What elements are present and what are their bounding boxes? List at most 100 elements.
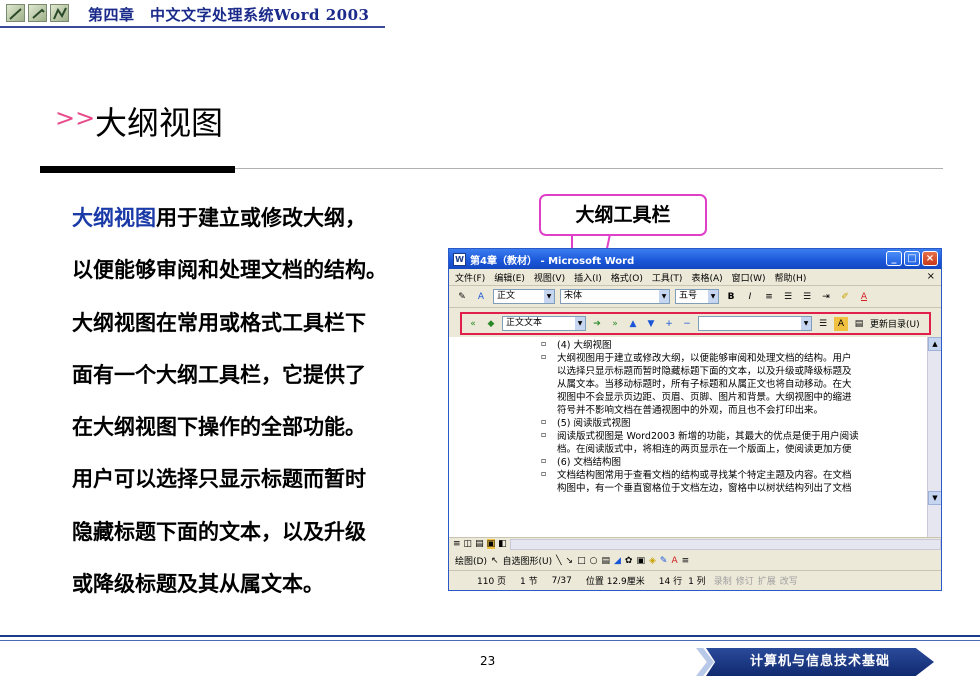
demote-icon[interactable]: ➔ xyxy=(590,317,604,331)
collapse-icon[interactable]: − xyxy=(680,317,694,331)
print-view-icon[interactable]: ▤ xyxy=(475,539,484,549)
title-arrow-icon: >> xyxy=(55,104,96,132)
demote-to-body-icon[interactable]: » xyxy=(608,317,622,331)
status-ext[interactable]: 扩展 xyxy=(758,574,776,587)
maximize-button[interactable]: □ xyxy=(904,251,920,266)
line-style-icon[interactable]: ≡ xyxy=(682,556,690,566)
update-toc-icon[interactable]: ▤ xyxy=(852,317,866,331)
menu-tools[interactable]: 工具(T) xyxy=(652,271,683,284)
show-level-select[interactable]: ▼ xyxy=(698,316,812,331)
course-badge: 计算机与信息技术基础 xyxy=(706,648,934,676)
select-objects-icon[interactable]: ↖ xyxy=(491,556,499,566)
font-color-icon[interactable]: A xyxy=(671,556,677,566)
fill-color-icon[interactable]: ◈ xyxy=(649,556,656,566)
menu-view[interactable]: 视图(V) xyxy=(534,271,565,284)
pencil-icon xyxy=(28,4,47,22)
menu-bar: 文件(F) 编辑(E) 视图(V) 插入(I) 格式(O) 工具(T) 表格(A… xyxy=(449,269,941,286)
highlight-icon[interactable]: ✐ xyxy=(838,290,852,304)
header-icons xyxy=(6,4,69,22)
menu-window[interactable]: 窗口(W) xyxy=(732,271,766,284)
outline-level-select[interactable]: 正文文本 ▼ xyxy=(502,316,586,331)
paragraph-line: 或降级标题及其从属文本。 xyxy=(72,572,324,597)
window-titlebar[interactable]: W 第4章（教材） - Microsoft Word _ □ × xyxy=(449,249,941,269)
outline-bullet: ▫ xyxy=(541,352,547,361)
scroll-up-icon[interactable]: ▲ xyxy=(928,337,941,351)
picture-icon[interactable]: ▣ xyxy=(636,556,645,566)
paragraph-line: 大纲视图用于建立或修改大纲， xyxy=(72,192,452,244)
move-up-icon[interactable]: ▲ xyxy=(626,317,640,331)
status-rec[interactable]: 录制 xyxy=(714,574,732,587)
scroll-down-icon[interactable]: ▼ xyxy=(928,491,941,505)
body-paragraph: 大纲视图用于建立或修改大纲， 以便能够审阅和处理文档的结构。 大纲视图在常用或格… xyxy=(72,192,452,610)
move-down-icon[interactable]: ▼ xyxy=(644,317,658,331)
promote-to-heading-icon[interactable]: « xyxy=(466,317,480,331)
clipart-icon[interactable]: ✿ xyxy=(625,556,633,566)
chevron-down-icon: ▼ xyxy=(575,317,585,330)
paragraph-line: 用户可以选择只显示标题而暂时 xyxy=(72,467,366,492)
status-section: 1 节 xyxy=(520,577,538,587)
menu-help[interactable]: 帮助(H) xyxy=(775,271,807,284)
italic-button[interactable]: I xyxy=(743,290,757,304)
menu-format[interactable]: 格式(O) xyxy=(611,271,643,284)
outline-bullet: ▫ xyxy=(541,456,547,465)
document-area[interactable]: ▫ (4) 大纲视图 ▫ 大纲视图用于建立或修改大纲，以便能够审阅和处理文档的结… xyxy=(449,337,927,537)
styles-pane-icon[interactable]: A xyxy=(474,290,488,304)
word-window: W 第4章（教材） - Microsoft Word _ □ × 文件(F) 编… xyxy=(448,248,942,591)
bold-button[interactable]: B xyxy=(724,290,738,304)
promote-icon[interactable]: ◆ xyxy=(484,317,498,331)
doc-line: (6) 文档结构图 xyxy=(557,457,621,468)
update-toc-button[interactable]: 更新目录(U) xyxy=(870,317,920,330)
web-view-icon[interactable]: ◫ xyxy=(464,539,473,549)
oval-icon[interactable]: ○ xyxy=(590,556,598,566)
scroll-track[interactable] xyxy=(928,351,941,491)
style-select[interactable]: 正文 ▼ xyxy=(493,289,555,304)
expand-icon[interactable]: + xyxy=(662,317,676,331)
outline-toolbar: « ◆ 正文文本 ▼ ➔ » ▲ ▼ + − ▼ ☰ A ▤ 更新目录(U) xyxy=(460,312,931,335)
menu-file[interactable]: 文件(F) xyxy=(455,271,485,284)
status-ovr[interactable]: 改写 xyxy=(780,574,798,587)
paragraph-line: 在大纲视图下操作的全部功能。 xyxy=(72,415,366,440)
bullets-icon[interactable]: ☰ xyxy=(800,290,814,304)
outline-bullet: ▫ xyxy=(541,339,547,348)
doc-line: 从属文本。当移动标题时，所有子标题和从属正文也将自动移动。在大 xyxy=(557,379,852,390)
reading-view-icon[interactable]: ◧ xyxy=(498,539,507,549)
rectangle-icon[interactable]: □ xyxy=(577,556,586,566)
font-select[interactable]: 宋体 ▼ xyxy=(560,289,670,304)
vertical-scrollbar[interactable]: ▲ ▼ xyxy=(927,337,941,537)
minimize-button[interactable]: _ xyxy=(886,251,902,266)
menu-table[interactable]: 表格(A) xyxy=(691,271,722,284)
slide-header: 第四章 中文文字处理系统Word 2003 xyxy=(0,0,980,30)
textbox-icon[interactable]: ▤ xyxy=(601,556,610,566)
status-pages: 7/37 xyxy=(551,575,572,586)
close-document-icon[interactable]: × xyxy=(927,271,935,282)
font-size-select[interactable]: 五号 ▼ xyxy=(675,289,719,304)
paragraph-line: 隐藏标题下面的文本，以及升级 xyxy=(72,519,366,544)
line-color-icon[interactable]: ✎ xyxy=(660,556,668,566)
draw-menu[interactable]: 绘图(D) xyxy=(455,554,487,567)
align-icon[interactable]: ≡ xyxy=(762,290,776,304)
outline-view-icon[interactable]: ▣ xyxy=(486,539,496,549)
style-value: 正文 xyxy=(497,291,516,301)
close-button[interactable]: × xyxy=(922,251,938,266)
arrow-icon[interactable]: ↘ xyxy=(566,556,574,566)
doc-line: 阅读版式视图是 Word2003 新增的功能，其最大的优点是便于用户阅读 xyxy=(557,431,859,442)
menu-edit[interactable]: 编辑(E) xyxy=(494,271,525,284)
normal-view-icon[interactable]: ≡ xyxy=(453,539,461,549)
formatting-toolbar: ✎ A 正文 ▼ 宋体 ▼ 五号 ▼ B I ≡ ☰ ☰ ⇥ ✐ A xyxy=(449,286,941,308)
numbering-icon[interactable]: ☰ xyxy=(781,290,795,304)
chevron-down-icon: ▼ xyxy=(544,290,554,303)
status-trk[interactable]: 修订 xyxy=(736,574,754,587)
title-divider-thick xyxy=(40,166,235,173)
paragraph-line: 大纲视图在常用或格式工具栏下 xyxy=(72,310,366,335)
paragraph-line: 以便能够审阅和处理文档的结构。 xyxy=(72,258,387,283)
show-first-line-icon[interactable]: ☰ xyxy=(816,317,830,331)
indent-icon[interactable]: ⇥ xyxy=(819,290,833,304)
font-color-icon[interactable]: A xyxy=(857,290,871,304)
horizontal-scrollbar[interactable] xyxy=(509,538,941,550)
style-brush-icon[interactable]: ✎ xyxy=(455,290,469,304)
menu-insert[interactable]: 插入(I) xyxy=(574,271,602,284)
show-formatting-icon[interactable]: A xyxy=(834,316,848,331)
wordart-icon[interactable]: ◢ xyxy=(614,556,621,566)
autoshapes-menu[interactable]: 自选图形(U) xyxy=(503,554,553,567)
line-icon[interactable]: ╲ xyxy=(556,556,561,566)
